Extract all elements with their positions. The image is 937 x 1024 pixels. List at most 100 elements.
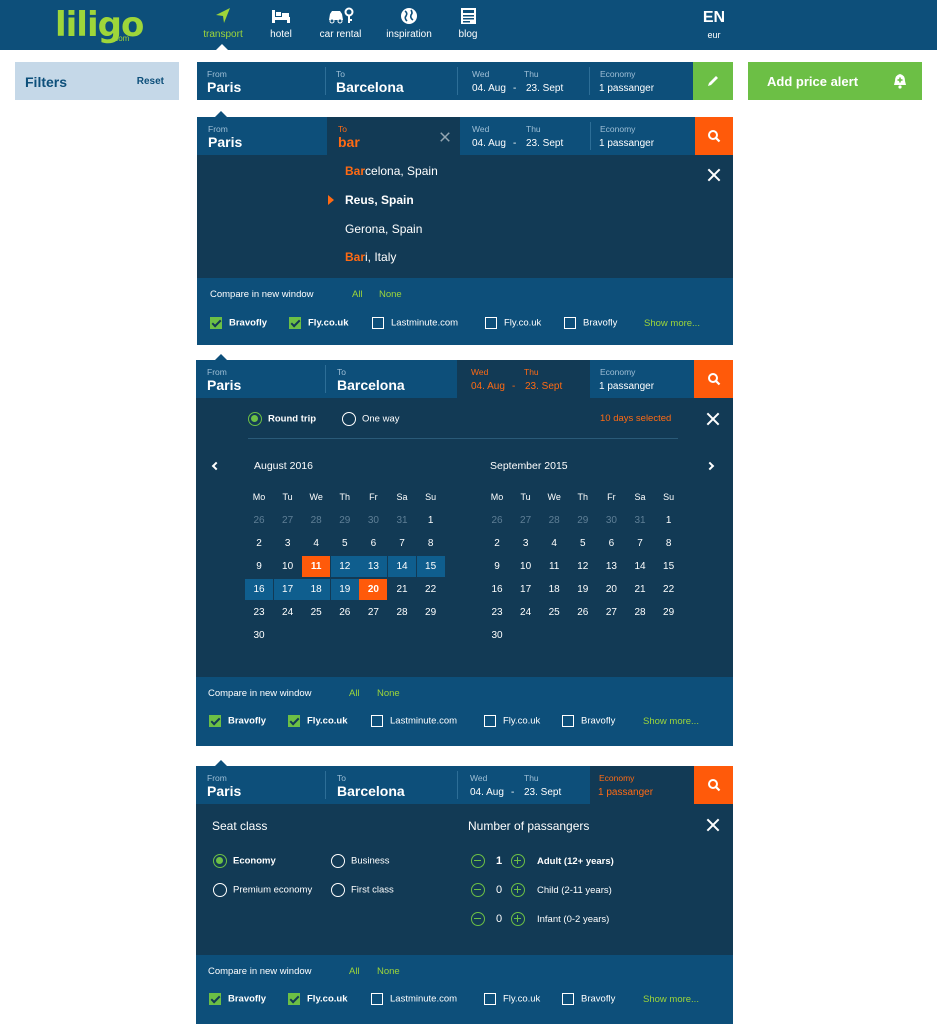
compare-checkbox[interactable]: Bravofly (564, 317, 617, 329)
child-plus-button[interactable] (511, 883, 525, 897)
add-price-alert-button[interactable]: Add price alert (748, 62, 922, 100)
compare-checkbox[interactable]: Bravofly (562, 993, 615, 1005)
one-way-radio[interactable]: One way (342, 412, 400, 426)
nav-car-rental[interactable]: car rental (318, 6, 363, 40)
calendar-day[interactable]: 4 (540, 533, 568, 554)
calendar-day[interactable]: 2 (245, 533, 273, 554)
compare-checkbox[interactable]: Lastminute.com (371, 993, 457, 1005)
dates-field[interactable]: Wed Thu 04. Aug - 23. Sept (458, 62, 589, 100)
calendar-day[interactable]: 25 (302, 602, 330, 623)
language-currency-selector[interactable]: EN eur (700, 9, 728, 40)
edit-search-button[interactable] (693, 62, 733, 100)
calendar-day[interactable]: 12 (569, 556, 597, 577)
calendar-day[interactable]: 13 (359, 556, 388, 577)
calendar-day[interactable]: 29 (655, 602, 683, 623)
show-more-link[interactable]: Show more... (643, 994, 699, 1005)
search-button[interactable] (694, 360, 733, 398)
nav-transport[interactable]: transport (201, 6, 245, 40)
calendar-day[interactable]: 19 (330, 579, 359, 600)
search-button[interactable] (694, 766, 733, 804)
close-icon[interactable] (706, 412, 720, 426)
seat-class-economy-radio[interactable]: Economy (213, 854, 276, 868)
infant-minus-button[interactable] (471, 912, 485, 926)
calendar-day[interactable]: 9 (483, 556, 511, 577)
calendar-day[interactable]: 16 (483, 579, 511, 600)
calendar-day[interactable]: 27 (597, 602, 625, 623)
compare-none-link[interactable]: None (379, 289, 402, 300)
seat-class-premium-radio[interactable]: Premium economy (213, 883, 312, 897)
calendar-day[interactable]: 15 (416, 556, 445, 577)
calendar-day[interactable]: 10 (274, 556, 302, 577)
round-trip-radio[interactable]: Round trip (248, 412, 316, 426)
compare-checkbox[interactable]: Lastminute.com (372, 317, 458, 329)
compare-checkbox[interactable]: Fly.co.uk (289, 317, 348, 329)
adult-plus-button[interactable] (511, 854, 525, 868)
calendar-day[interactable]: 11 (302, 556, 331, 577)
calendar-day[interactable]: 4 (302, 533, 330, 554)
calendar-day[interactable]: 6 (597, 533, 625, 554)
compare-all-link[interactable]: All (352, 289, 363, 300)
dates-field[interactable]: Wed Thu 04. Aug - 23. Sept (458, 766, 590, 804)
calendar-day[interactable]: 21 (388, 579, 416, 600)
seat-class-business-radio[interactable]: Business (331, 854, 390, 868)
class-passenger-field[interactable]: Economy 1 passanger (590, 62, 693, 100)
compare-checkbox[interactable]: Fly.co.uk (484, 993, 540, 1005)
class-passenger-field[interactable]: Economy 1 passanger (590, 360, 695, 398)
calendar-day[interactable]: 26 (569, 602, 597, 623)
calendar-day[interactable]: 17 (512, 579, 540, 600)
calendar-day[interactable]: 23 (483, 602, 511, 623)
to-field[interactable]: To Barcelona (326, 360, 457, 398)
calendar-day[interactable]: 1 (417, 510, 445, 531)
from-field[interactable]: From Paris (196, 360, 325, 398)
compare-checkbox[interactable]: Bravofly (209, 993, 266, 1005)
adult-minus-button[interactable] (471, 854, 485, 868)
seat-class-first-radio[interactable]: First class (331, 883, 394, 897)
calendar-day[interactable]: 17 (273, 579, 302, 600)
calendar-day[interactable]: 20 (597, 579, 625, 600)
close-icon[interactable] (707, 168, 721, 182)
nav-blog[interactable]: blog (456, 6, 480, 40)
calendar-day[interactable]: 27 (359, 602, 387, 623)
child-minus-button[interactable] (471, 883, 485, 897)
compare-checkbox[interactable]: Lastminute.com (371, 715, 457, 727)
suggestion-reus[interactable]: Reus, Spain (345, 193, 414, 207)
compare-all-link[interactable]: All (349, 688, 360, 699)
calendar-day[interactable]: 2 (483, 533, 511, 554)
calendar-day[interactable]: 25 (540, 602, 568, 623)
calendar-day[interactable]: 22 (417, 579, 445, 600)
liligo-logo[interactable]: liligo (55, 8, 144, 42)
class-passenger-field[interactable]: Economy 1 passanger (591, 117, 695, 155)
calendar-day[interactable]: 26 (331, 602, 359, 623)
to-field[interactable]: To Barcelona (326, 766, 457, 804)
to-field[interactable]: To Barcelona (326, 62, 457, 100)
prev-month-icon[interactable] (211, 461, 221, 471)
calendar-day[interactable]: 16 (245, 579, 273, 600)
calendar-day[interactable]: 9 (245, 556, 273, 577)
compare-checkbox[interactable]: Fly.co.uk (484, 715, 540, 727)
calendar-day[interactable]: 3 (512, 533, 540, 554)
calendar-day[interactable]: 8 (417, 533, 445, 554)
calendar-day[interactable]: 13 (597, 556, 625, 577)
calendar-day[interactable]: 20 (359, 579, 388, 600)
show-more-link[interactable]: Show more... (644, 318, 700, 329)
calendar-day[interactable]: 1 (655, 510, 683, 531)
compare-none-link[interactable]: None (377, 966, 400, 977)
nav-inspiration[interactable]: inspiration (384, 6, 434, 40)
compare-checkbox[interactable]: Fly.co.uk (485, 317, 541, 329)
dates-field-active[interactable]: Wed Thu 04. Aug - 23. Sept (457, 360, 590, 398)
calendar-day[interactable]: 10 (512, 556, 540, 577)
calendar-day[interactable]: 18 (302, 579, 331, 600)
calendar-day[interactable]: 7 (388, 533, 416, 554)
compare-all-link[interactable]: All (349, 966, 360, 977)
class-passenger-field-active[interactable]: Economy 1 passanger (590, 766, 694, 804)
calendar-day[interactable]: 11 (540, 556, 568, 577)
calendar-day[interactable]: 6 (359, 533, 387, 554)
calendar-day[interactable]: 24 (274, 602, 302, 623)
compare-checkbox[interactable]: Bravofly (210, 317, 267, 329)
nav-hotel[interactable]: hotel (266, 6, 296, 40)
calendar-day[interactable]: 30 (245, 625, 273, 646)
clear-input-icon[interactable] (440, 132, 451, 143)
compare-checkbox[interactable]: Fly.co.uk (288, 993, 347, 1005)
compare-checkbox[interactable]: Fly.co.uk (288, 715, 347, 727)
calendar-day[interactable]: 18 (540, 579, 568, 600)
